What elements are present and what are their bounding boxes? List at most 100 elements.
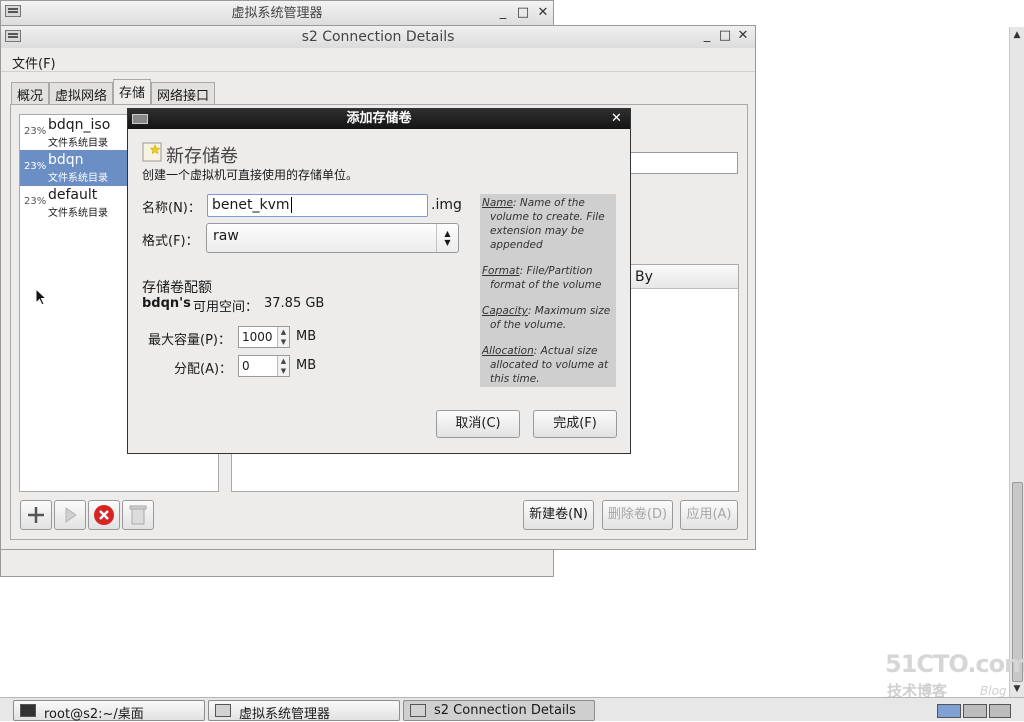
workspace-switcher[interactable] [937,700,1013,720]
workspace-2[interactable] [963,704,987,718]
allocation-unit: MB [296,358,317,373]
pool-name: bdqn_iso [48,117,111,133]
tab-label: 网络接口 [157,89,210,104]
menu-file[interactable]: 文件(F) [12,53,56,72]
tab-label: 概况 [17,89,44,104]
dialog-titlebar[interactable]: 添加存储卷 ✕ [128,109,630,129]
terminal-icon [20,704,36,717]
delete-volume-button[interactable]: 删除卷(D) [602,500,673,530]
scroll-up-icon[interactable]: ▲ [1010,27,1024,43]
minimize-icon[interactable]: _ [495,5,511,21]
maximize-icon[interactable]: □ [717,28,733,44]
workspace-3[interactable] [989,704,1011,718]
max-capacity-label: 最大容量(P)： [148,333,231,348]
allocation-value: 0 [242,359,250,373]
dialog-title: 添加存储卷 [346,111,412,126]
taskbar-label: root@s2:~/桌面 [44,707,144,722]
window-menu-icon[interactable] [132,114,148,124]
new-volume-button[interactable]: 新建卷(N) [523,500,594,530]
vertical-scrollbar[interactable]: ▲ ▼ [1009,27,1024,697]
spin-arrows-icon[interactable]: ▲ ▼ [277,327,289,347]
taskbar-label: s2 Connection Details [434,703,576,718]
max-capacity-spinner[interactable]: 1000 ▲ ▼ [238,326,290,348]
watermark-blog: Blog [980,684,1007,698]
watermark-site: 51CTO.com [885,650,1024,678]
tab-virtual-networks[interactable]: 虚拟网络 [49,82,114,104]
finish-button[interactable]: 完成(F) [533,410,617,438]
tab-network-interfaces[interactable]: 网络接口 [151,82,216,104]
play-icon [65,507,77,523]
spin-arrows-icon[interactable]: ▲ ▼ [277,356,289,376]
help-term: Format [482,265,520,277]
volume-name-value: benet_kvm [212,197,290,213]
name-label: 名称(N)： [142,201,201,216]
workspace-1[interactable] [937,704,961,718]
mouse-pointer-icon [35,288,47,306]
text-cursor [290,197,292,213]
cancel-button[interactable]: 取消(C) [436,410,520,438]
pool-name: bdqn [48,152,84,168]
dialog-heading: 新存储卷 [166,146,238,167]
help-panel: Name: Name of the volume to create. File… [480,194,616,387]
button-label: 新建卷(N) [529,507,588,522]
taskbar: root@s2:~/桌面 虚拟系统管理器 s2 Connection Detai… [0,697,1024,722]
close-icon[interactable]: ✕ [535,5,551,21]
virt-manager-titlebar[interactable]: 虚拟系统管理器 _ □ ✕ [1,1,553,26]
apply-button[interactable]: 应用(A) [680,500,738,530]
pool-type: 文件系统目录 [48,173,108,184]
help-format: Format: File/Partition format of the vol… [482,264,614,292]
maximize-icon[interactable]: □ [515,5,531,21]
help-term: Allocation [482,345,534,357]
taskbar-item-virt-manager[interactable]: 虚拟系统管理器 [208,700,400,722]
close-icon[interactable]: ✕ [735,28,751,44]
tab-overview[interactable]: 概况 [11,82,50,104]
column-header-used-by[interactable]: By [635,269,653,285]
new-volume-icon [142,142,162,162]
connection-details-titlebar[interactable]: s2 Connection Details _ □ ✕ [1,26,755,48]
tab-label: 虚拟网络 [55,89,108,104]
pool-path-field[interactable] [631,152,738,174]
window-menu-icon[interactable] [5,5,21,17]
trash-icon [129,505,147,525]
allocation-spinner[interactable]: 0 ▲ ▼ [238,355,290,377]
plus-icon [28,507,44,523]
combo-arrows-icon: ▲ ▼ [436,224,458,252]
max-capacity-unit: MB [296,329,317,344]
help-allocation: Allocation: Actual size allocated to vol… [482,344,614,386]
pool-usage: 23% [24,126,47,137]
add-storage-volume-dialog: 添加存储卷 ✕ 新存储卷 创建一个虚拟机可直接使用的存储单位。 名称(N)： b… [127,108,631,454]
tab-label: 存储 [119,86,146,101]
pool-type: 文件系统目录 [48,208,108,219]
minimize-icon[interactable]: _ [699,28,715,44]
taskbar-item-connection-details[interactable]: s2 Connection Details [403,700,595,721]
format-combobox[interactable]: raw ▲ ▼ [206,223,459,253]
delete-pool-button[interactable] [122,500,154,530]
dialog-description: 创建一个虚拟机可直接使用的存储单位。 [142,168,359,182]
add-pool-button[interactable] [20,500,52,530]
pool-usage: 23% [24,161,47,172]
pool-type: 文件系统目录 [48,138,108,149]
scroll-down-icon[interactable]: ▼ [1010,681,1024,697]
help-name: Name: Name of the volume to create. File… [482,196,614,252]
format-label: 格式(F)： [142,234,199,249]
name-suffix: .img [431,197,462,213]
start-pool-button[interactable] [54,500,86,530]
tab-storage[interactable]: 存储 [113,79,152,105]
window-menu-icon[interactable] [5,30,21,42]
pool-name-label: bdqn's [142,296,191,311]
volume-name-input[interactable]: benet_kvm [207,194,428,217]
stop-pool-button[interactable] [88,500,120,530]
close-icon[interactable]: ✕ [611,109,622,129]
menubar: 文件(F) [1,48,755,72]
button-label: 取消(C) [455,416,501,431]
button-label: 应用(A) [686,507,732,522]
pool-usage: 23% [24,196,47,207]
help-term: Capacity [482,305,528,317]
button-label: 完成(F) [553,416,597,431]
allocation-section-title: 存储卷配额 [142,280,212,296]
button-label: 删除卷(D) [607,507,668,522]
window-title: 虚拟系统管理器 [231,6,323,21]
taskbar-item-terminal[interactable]: root@s2:~/桌面 [13,700,205,722]
help-capacity: Capacity: Maximum size of the volume. [482,304,614,332]
format-value: raw [213,228,239,244]
